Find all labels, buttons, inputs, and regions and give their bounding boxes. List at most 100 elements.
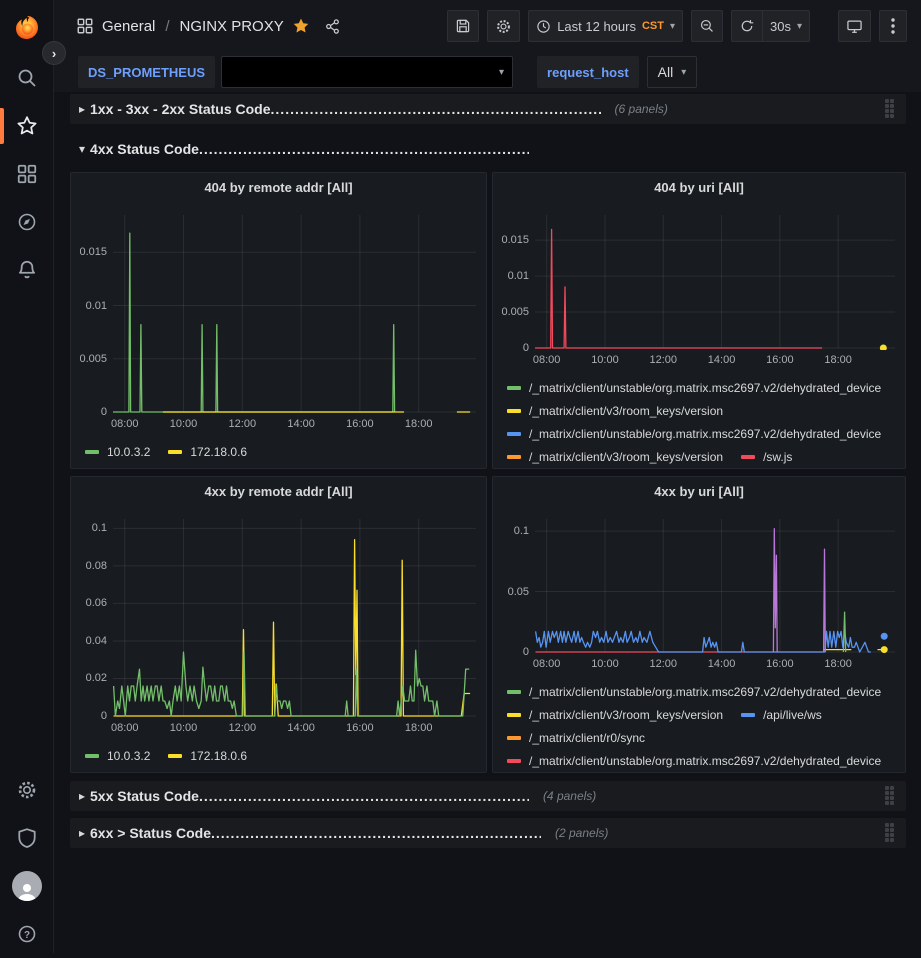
request-host-select[interactable]: All ▾ [647, 56, 698, 88]
favorite-star-icon[interactable] [292, 17, 310, 35]
x-axis-label: 12:00 [641, 354, 685, 366]
chart-canvas[interactable] [535, 215, 895, 350]
chart-canvas[interactable] [113, 215, 476, 414]
time-range-picker[interactable]: Last 12 hours CST ▾ [528, 10, 683, 42]
svg-text:?: ? [24, 930, 30, 941]
page-title[interactable]: NGINX PROXY [180, 18, 284, 35]
legend-swatch [507, 409, 521, 413]
panel-title[interactable]: 4xx by remote addr [All] [71, 477, 486, 505]
legend-item[interactable]: /api/live/ws [741, 708, 822, 722]
help-icon: ? [16, 923, 38, 945]
x-axis-label: 12:00 [220, 722, 264, 734]
legend-item[interactable]: /_matrix/client/unstable/org.matrix.msc2… [507, 427, 881, 441]
sidebar-item-help[interactable]: ? [0, 910, 54, 958]
y-axis-label: 0.06 [71, 597, 107, 609]
row-6xx[interactable]: ▸ 6xx > Status Code ....................… [70, 818, 906, 848]
chart-canvas-wrap: 00.0050.010.01508:0010:0012:0014:0016:00… [71, 201, 486, 436]
panels-grid: 404 by remote addr [All]00.0050.010.0150… [70, 172, 906, 773]
row-drag-handle[interactable] [885, 99, 898, 119]
x-axis-label: 16:00 [338, 722, 382, 734]
chart-canvas[interactable] [535, 519, 895, 654]
sidebar-item-dashboards[interactable] [0, 150, 54, 198]
legend-item[interactable]: /_matrix/client/unstable/org.matrix.msc2… [507, 754, 881, 768]
dashboard-settings-button[interactable] [487, 10, 520, 42]
refresh-button[interactable] [731, 10, 763, 42]
breadcrumb-separator: / [165, 18, 169, 35]
legend-item[interactable]: /sw.js [741, 450, 792, 464]
row-5xx[interactable]: ▸ 5xx Status Code ......................… [70, 781, 906, 811]
panel-title[interactable]: 404 by uri [All] [493, 173, 905, 201]
series-line [773, 529, 825, 652]
legend-item[interactable]: 172.18.0.6 [168, 749, 247, 763]
legend-label: /_matrix/client/r0/sync [529, 731, 645, 745]
timezone-label: CST [642, 20, 664, 32]
sidebar-item-explore[interactable] [0, 198, 54, 246]
dashboard-content: ▸ 1xx - 3xx - 2xx Status Code ..........… [54, 92, 921, 953]
y-axis-label: 0.02 [71, 672, 107, 684]
series-line [536, 631, 871, 652]
legend-item[interactable]: 10.0.3.2 [85, 445, 150, 459]
row-title: 5xx Status Code [90, 788, 199, 804]
chevron-right-icon: ▸ [74, 102, 90, 116]
legend-item[interactable]: /_matrix/client/v3/room_keys/version [507, 708, 723, 722]
redacted-value [226, 59, 495, 85]
variable-label-ds-prometheus[interactable]: DS_PROMETHEUS [78, 56, 215, 88]
clock-icon [536, 19, 551, 34]
x-axis-label: 16:00 [758, 658, 802, 670]
sidebar-item-starred[interactable] [0, 102, 54, 150]
panel-title[interactable]: 404 by remote addr [All] [71, 173, 486, 201]
row-drag-handle[interactable] [885, 823, 898, 843]
row-dots: ........................................… [271, 101, 601, 117]
x-axis-label: 08:00 [103, 722, 147, 734]
search-icon [16, 67, 38, 89]
panel-2: 404 by uri [All]00.0050.010.01508:0010:0… [492, 172, 906, 469]
legend-item[interactable]: /_matrix/client/unstable/org.matrix.msc2… [507, 381, 881, 395]
zoom-out-time-button[interactable] [691, 10, 723, 42]
sidebar-item-server-admin[interactable] [0, 814, 54, 862]
x-axis-label: 10:00 [583, 354, 627, 366]
legend-item[interactable]: /_matrix/client/v3/room_keys/version [507, 450, 723, 464]
chart-canvas[interactable] [113, 519, 476, 718]
sidebar-item-alerting[interactable] [0, 246, 54, 294]
y-axis-label: 0 [71, 406, 107, 418]
gear-icon [16, 779, 38, 801]
variable-label-request-host[interactable]: request_host [537, 56, 639, 88]
y-axis-label: 0.08 [71, 560, 107, 572]
row-drag-handle[interactable] [885, 786, 898, 806]
legend-item[interactable]: /_matrix/client/unstable/org.matrix.msc2… [507, 685, 881, 699]
sidebar-item-configuration[interactable] [0, 766, 54, 814]
refresh-interval-dropdown[interactable]: 30s ▾ [763, 10, 810, 42]
row-1xx-3xx-2xx[interactable]: ▸ 1xx - 3xx - 2xx Status Code ..........… [70, 94, 906, 124]
series-line [843, 612, 845, 652]
legend-item[interactable]: 10.0.3.2 [85, 749, 150, 763]
row-title: 6xx > Status Code [90, 825, 211, 841]
sidebar-item-profile[interactable] [0, 862, 54, 910]
legend-label: 172.18.0.6 [190, 445, 247, 459]
y-axis-label: 0.05 [493, 586, 529, 598]
chevron-right-icon: ▸ [74, 826, 90, 840]
x-axis-label: 10:00 [162, 722, 206, 734]
panel-title[interactable]: 4xx by uri [All] [493, 477, 905, 505]
row-panel-count: (2 panels) [555, 826, 608, 840]
legend-item[interactable]: /_matrix/client/r0/sync [507, 731, 645, 745]
y-axis-label: 0.015 [71, 246, 107, 258]
main-area: General / NGINX PROXY [54, 0, 921, 953]
ds-prometheus-select[interactable]: ▾ [221, 56, 513, 88]
share-icon[interactable] [324, 18, 341, 35]
tv-mode-button[interactable] [838, 10, 871, 42]
x-axis-label: 16:00 [758, 354, 802, 366]
y-axis-label: 0.1 [71, 522, 107, 534]
legend-item[interactable]: 172.18.0.6 [168, 445, 247, 459]
expand-sidebar-button[interactable]: › [42, 41, 66, 65]
legend-swatch [507, 736, 521, 740]
more-options-button[interactable] [879, 10, 907, 42]
breadcrumb-section[interactable]: General [102, 18, 155, 35]
dashboard-grid-icon [76, 17, 94, 35]
legend-item[interactable]: /_matrix/client/v3/room_keys/version [507, 404, 723, 418]
person-icon [16, 881, 38, 901]
row-4xx[interactable]: ▾ 4xx Status Code ......................… [70, 134, 906, 164]
save-dashboard-button[interactable] [447, 10, 479, 42]
y-axis-label: 0 [493, 342, 529, 354]
y-axis-label: 0.01 [71, 300, 107, 312]
legend-swatch [85, 450, 99, 454]
